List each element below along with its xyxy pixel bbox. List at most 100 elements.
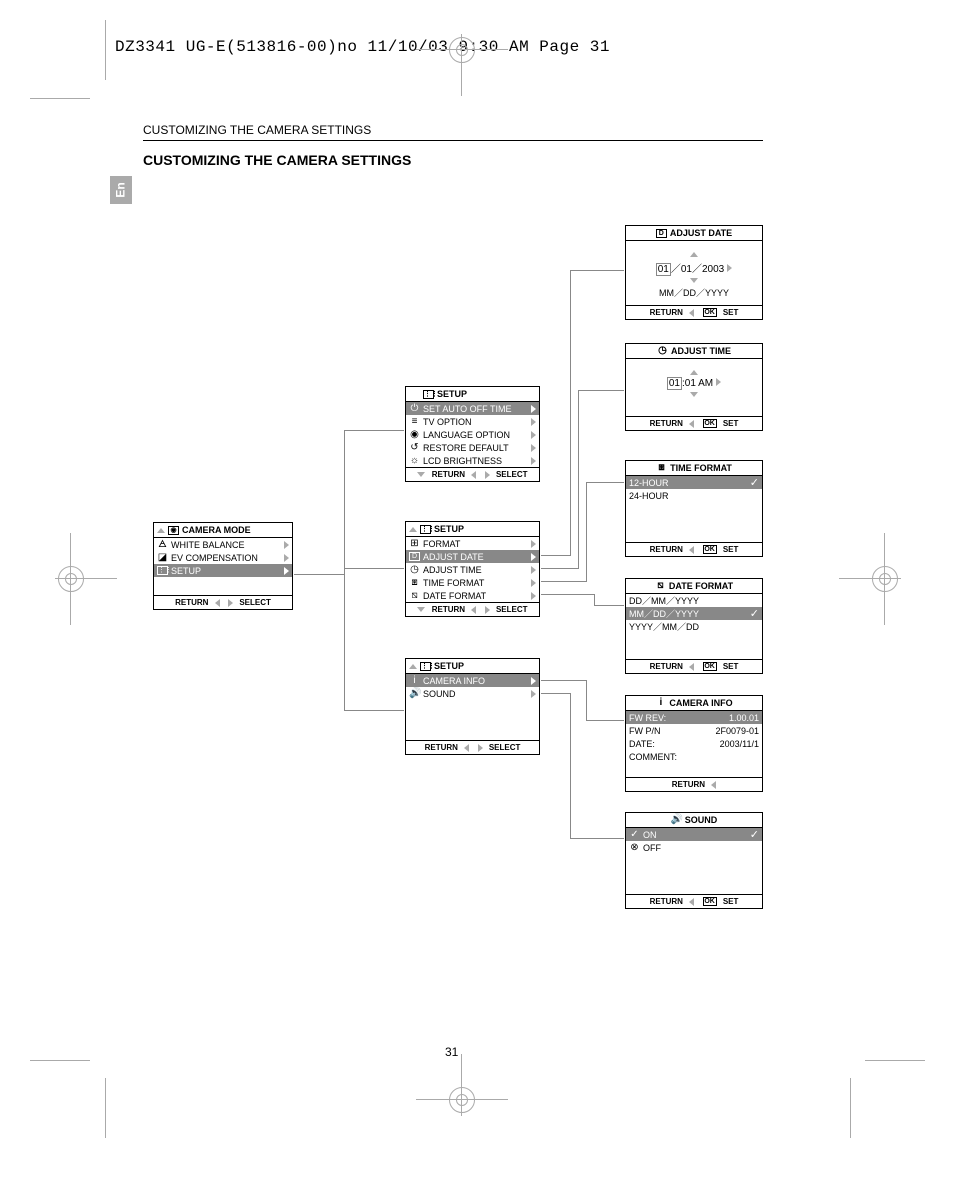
chevron-right-icon [531,579,536,587]
option[interactable]: DD／MM／YYYY [626,594,762,607]
left-arrow-icon [689,546,694,554]
left-arrow-icon [464,744,469,752]
connector [541,568,579,569]
setup-icon: ⋮⋮ [420,525,431,534]
menu-item[interactable]: ↺RESTORE DEFAULT [406,441,539,454]
format-icon: ⊞ [409,539,420,549]
panel-footer: RETURN OK SET [626,659,762,673]
menu-item[interactable]: ≡TV OPTION [406,415,539,428]
chevron-right-icon [531,431,536,439]
sound-icon: 🔊 [409,689,420,699]
connector [541,581,587,582]
up-arrow-icon [409,527,417,532]
sound-icon: 🔊 [671,815,682,825]
menu-item[interactable]: ☼LCD BRIGHTNESS [406,454,539,467]
connector [578,390,624,391]
brightness-icon: ☼ [409,456,420,466]
chevron-right-icon [531,592,536,600]
menu-item-selected[interactable]: ⋮⋮SETUP [154,564,292,577]
info-icon: i [655,698,666,708]
panel-footer: RETURN OK SET [626,894,762,908]
panel-title-text: SETUP [437,389,467,399]
clock-icon: ◷ [409,565,420,575]
option[interactable]: ⊗OFF [626,841,762,854]
date-icon: D [656,229,667,238]
left-arrow-icon [689,898,694,906]
menu-item[interactable]: ⊞FORMAT [406,537,539,550]
lang-tab: En [110,176,132,204]
panel-title-text: SETUP [434,524,464,534]
option-selected[interactable]: 12-HOUR✓ [626,476,762,489]
reg-mark-bottom [446,1084,478,1116]
up-arrow-icon [690,370,698,375]
clock-format-icon: ⧆ [409,578,420,588]
left-arrow-icon [471,471,476,479]
panel-camera-mode: ◉CAMERA MODE 🜁WHITE BALANCE ◪EV COMPENSA… [153,522,293,610]
chevron-right-icon [531,566,536,574]
time-editor[interactable]: 01:01 AM [626,359,762,416]
menu-item-selected[interactable]: iCAMERA INFO [406,674,539,687]
connector [344,568,404,569]
setup-icon: ⋮⋮ [420,662,431,671]
option-selected[interactable]: MM／DD／YYYY✓ [626,607,762,620]
chevron-right-icon [531,553,536,561]
chevron-right-icon [531,540,536,548]
chevron-right-icon [531,418,536,426]
panel-footer: RETURN SELECT [406,602,539,616]
ok-icon: OK [703,545,717,554]
date-editor[interactable]: 01／01／2003 MM／DD／YYYY [626,241,762,305]
clock-format-icon: ⧆ [656,463,667,473]
menu-item[interactable]: ◉LANGUAGE OPTION [406,428,539,441]
menu-item[interactable]: ◷ADJUST TIME [406,563,539,576]
setup-icon: ⋮⋮ [157,566,168,575]
wb-icon: 🜁 [157,540,168,550]
left-arrow-icon [215,599,220,607]
restore-icon: ↺ [409,443,420,453]
menu-item[interactable]: 🜁WHITE BALANCE [154,538,292,551]
ok-icon: OK [703,662,717,671]
connector [570,838,624,839]
panel-sound: 🔊SOUND ✓ON✓ ⊗OFF RETURN OK SET [625,812,763,909]
setup-icon: ⋮⋮ [423,390,434,399]
left-arrow-icon [711,781,716,789]
camera-icon: ◉ [168,526,179,535]
connector [578,390,579,569]
left-arrow-icon [689,420,694,428]
down-arrow-icon [417,607,425,612]
menu-item-selected[interactable]: DADJUST DATE [406,550,539,563]
page-number: 31 [445,1045,458,1059]
connector [586,720,624,721]
power-icon: ⏻ [409,404,420,414]
panel-title-text: SOUND [685,815,718,825]
right-arrow-icon [485,606,490,614]
menu-item[interactable]: ⧆TIME FORMAT [406,576,539,589]
down-arrow-icon [417,472,425,477]
page-title: CUSTOMIZING THE CAMERA SETTINGS [143,152,411,168]
menu-item-selected[interactable]: ⏻SET AUTO OFF TIME [406,402,539,415]
connector [586,482,624,483]
connector [541,594,595,595]
crop-mark [30,1060,90,1061]
chevron-right-icon [531,690,536,698]
option[interactable]: 24-HOUR [626,489,762,502]
crop-mark [865,1060,925,1061]
right-arrow-icon [716,378,721,386]
chevron-right-icon [531,405,536,413]
connector [541,555,571,556]
option-selected[interactable]: ✓ON✓ [626,828,762,841]
menu-item[interactable]: 🔊SOUND [406,687,539,700]
crop-mark [105,1078,106,1138]
connector [344,430,345,710]
panel-title-text: ADJUST TIME [671,346,731,356]
menu-item[interactable]: ⧅DATE FORMAT [406,589,539,602]
left-arrow-icon [689,309,694,317]
section-header: CUSTOMIZING THE CAMERA SETTINGS [143,123,371,137]
print-slug: DZ3341 UG-E(513816-00)no 11/10/03 9:30 A… [115,38,610,56]
connector [344,710,404,711]
panel-footer: RETURN OK SET [626,416,762,430]
option[interactable]: YYYY／MM／DD [626,620,762,633]
info-row: DATE:2003/11/1 [626,737,762,750]
panel-date-format: ⧅DATE FORMAT DD／MM／YYYY MM／DD／YYYY✓ YYYY… [625,578,763,674]
right-arrow-icon [485,471,490,479]
menu-item[interactable]: ◪EV COMPENSATION [154,551,292,564]
